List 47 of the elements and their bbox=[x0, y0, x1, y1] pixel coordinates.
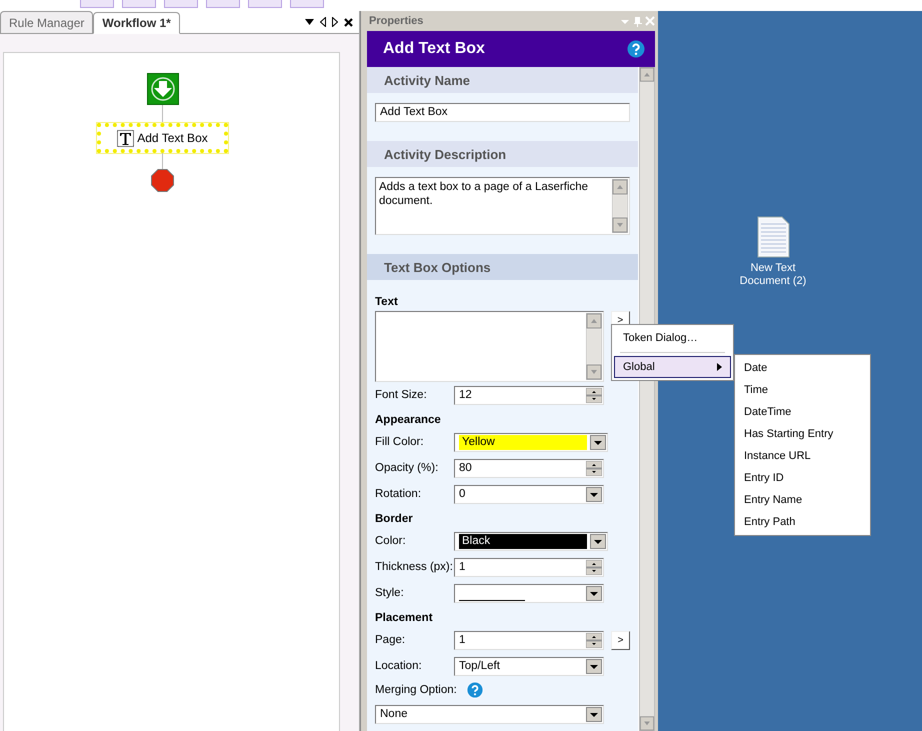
dropdown-field[interactable]: Top/Left bbox=[454, 656, 604, 676]
panel-title: Properties bbox=[369, 15, 424, 27]
number-field[interactable]: 1 bbox=[454, 630, 604, 650]
dropdown-field[interactable]: Yellow bbox=[454, 432, 608, 452]
number-field[interactable]: 12 bbox=[454, 386, 604, 404]
tab[interactable]: Workflow 1* bbox=[93, 12, 180, 34]
field-label: Page: bbox=[375, 634, 406, 646]
menu-item[interactable]: Entry Path bbox=[735, 511, 870, 533]
tab[interactable]: Rule Manager bbox=[0, 11, 94, 33]
dropdown-field[interactable]: None bbox=[375, 704, 604, 724]
activity-title: Add Text Box bbox=[383, 40, 485, 58]
group-heading: Placement bbox=[375, 612, 434, 624]
activity-node[interactable]: Add Text Box bbox=[97, 123, 228, 153]
dropdown-field[interactable]: Black bbox=[454, 532, 608, 550]
section-heading: Activity Description bbox=[367, 141, 638, 167]
number-field[interactable]: 1 bbox=[454, 558, 604, 576]
menu-item[interactable]: Instance URL bbox=[735, 445, 870, 467]
token-button[interactable]: > bbox=[611, 630, 630, 650]
dropdown-field[interactable]: 0 bbox=[454, 484, 604, 504]
menu-item[interactable]: Has Starting Entry bbox=[735, 423, 870, 445]
desktop-icon-label: New Text Document (2) bbox=[738, 262, 808, 288]
menu-item[interactable]: Entry ID bbox=[735, 467, 870, 489]
menu-item[interactable]: Entry Name bbox=[735, 489, 870, 511]
field-label: Color: bbox=[375, 535, 407, 547]
menu-item[interactable]: Date bbox=[735, 357, 870, 379]
field-label: Style: bbox=[375, 587, 405, 599]
group-heading: Text bbox=[375, 296, 399, 308]
group-heading: Border bbox=[375, 513, 414, 525]
field-label: Merging Option: bbox=[375, 684, 457, 696]
number-field[interactable]: 80 bbox=[454, 458, 604, 478]
description-text: Adds a text box to a page of a Laserfiche document. bbox=[378, 180, 590, 209]
menu-item[interactable]: Token Dialog… bbox=[614, 327, 731, 349]
name-field[interactable]: Add Text Box bbox=[375, 103, 630, 122]
menu-item[interactable]: Time bbox=[735, 379, 870, 401]
group-heading: Appearance bbox=[375, 414, 442, 426]
field-label: Font Size: bbox=[375, 389, 428, 401]
field-label: Fill Color: bbox=[375, 436, 425, 448]
field-label: Location: bbox=[375, 660, 423, 672]
field-label: Rotation: bbox=[375, 488, 422, 500]
menu-item[interactable]: DateTime bbox=[735, 401, 870, 423]
description-field[interactable]: Adds a text box to a page of a Laserfiche document. bbox=[375, 177, 630, 235]
activity-label: Add Text Box bbox=[137, 131, 208, 145]
menu-item[interactable]: Global bbox=[614, 356, 731, 378]
field-label: Thickness (px): bbox=[375, 561, 454, 573]
section-heading: Activity Name bbox=[367, 67, 638, 93]
section-heading: Text Box Options bbox=[367, 254, 638, 280]
field-label: Opacity (%): bbox=[375, 462, 440, 474]
